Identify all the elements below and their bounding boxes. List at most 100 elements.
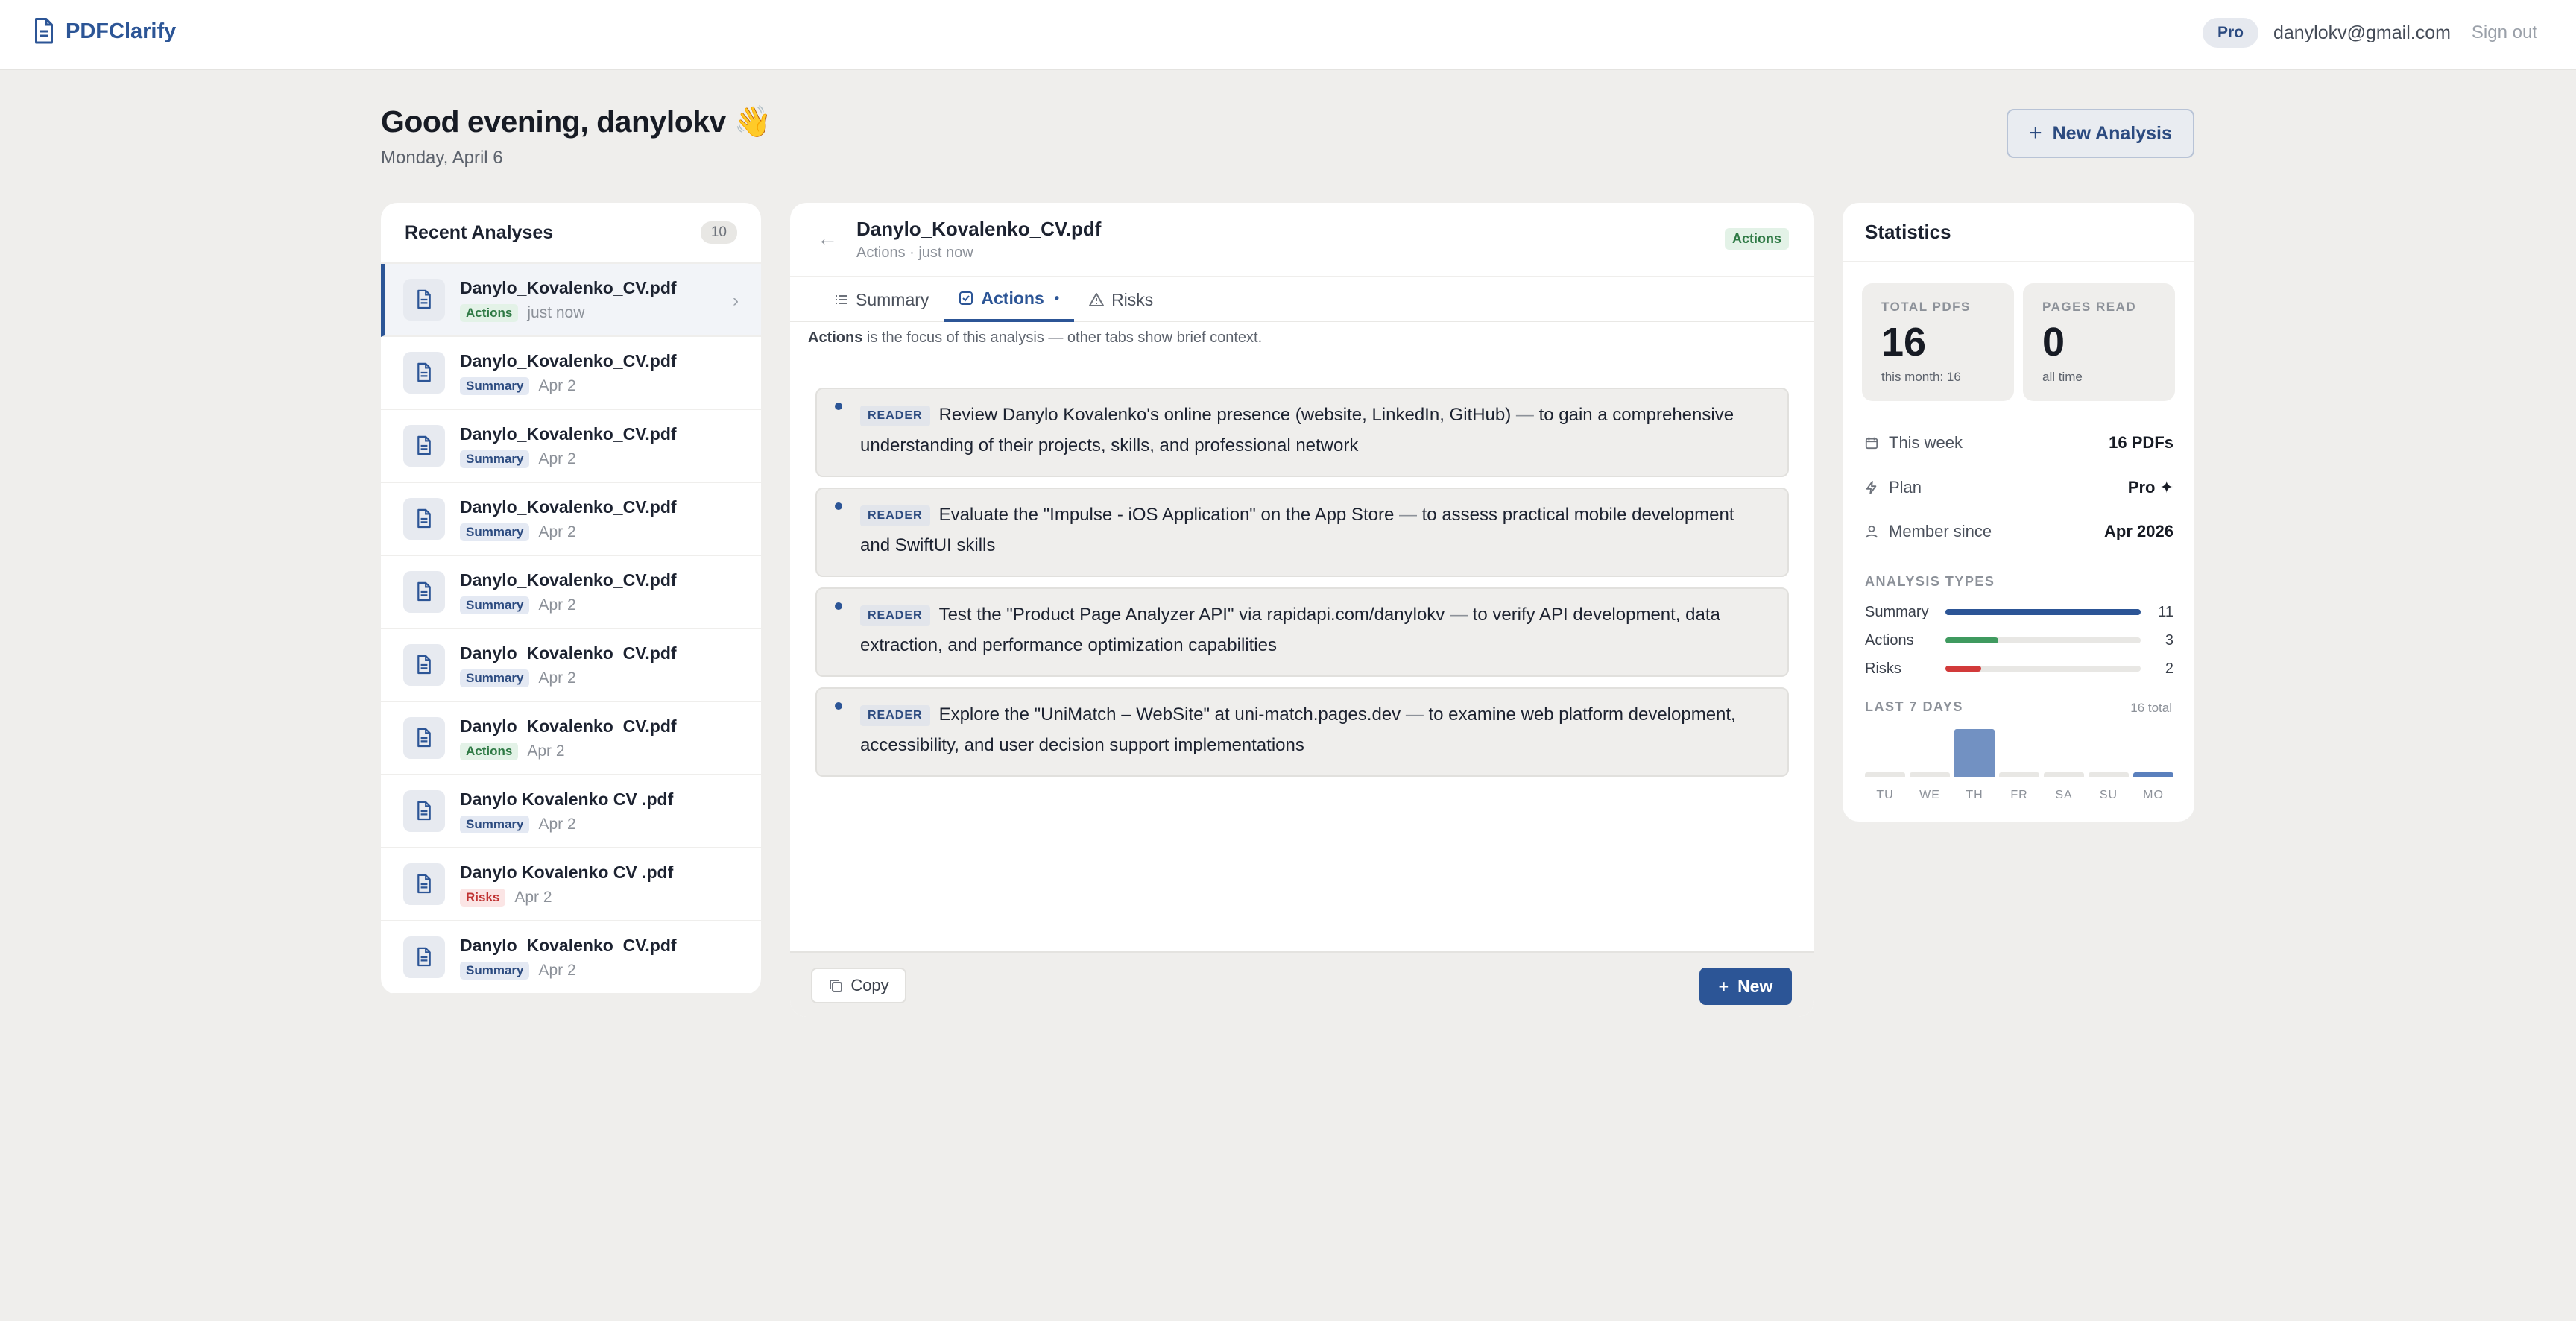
tab-risks[interactable]: Risks: [1074, 277, 1168, 322]
day-label: SU: [2099, 789, 2118, 801]
document-icon: [417, 435, 431, 455]
action-role-tag: READER: [860, 406, 930, 426]
list-item[interactable]: Danylo Kovalenko CV .pdf Summary Apr 2: [381, 775, 761, 848]
greeting-date: Monday, April 6: [381, 148, 503, 168]
account-area: Pro danylokv@gmail.com Sign out: [2202, 16, 2537, 49]
action-role-tag: READER: [860, 505, 930, 526]
list-item[interactable]: Danylo Kovalenko CV .pdf Risks Apr 2: [381, 848, 761, 921]
copy-button[interactable]: Copy: [811, 968, 906, 1003]
sign-out-link[interactable]: Sign out: [2472, 22, 2537, 43]
list-item-texts: Danylo Kovalenko CV .pdf Risks Apr 2: [460, 863, 673, 907]
stat-row-label: This week: [1889, 433, 1963, 452]
document-icon: [417, 289, 431, 309]
day-bar: [1999, 772, 2039, 777]
list-item-name: Danylo_Kovalenko_CV.pdf: [460, 570, 677, 590]
analysis-type-row: Summary 11: [1865, 601, 2174, 623]
analysis-type-bar: [1945, 637, 1999, 643]
plan-badge: Pro: [2202, 18, 2258, 48]
new-analysis-button[interactable]: + New Analysis: [2007, 109, 2194, 158]
new-button[interactable]: + New: [1699, 968, 1792, 1005]
list-item-date: Apr 2: [538, 596, 576, 614]
list-item[interactable]: Danylo_Kovalenko_CV.pdf Summary Apr 2: [381, 921, 761, 994]
action-item: READER Explore the "UniMatch – WebSite" a…: [815, 687, 1789, 777]
app-name: PDFClarify: [66, 19, 177, 43]
recent-title: Recent Analyses: [405, 221, 554, 243]
actions-list[interactable]: READER Review Danylo Kovalenko's online p…: [790, 388, 1814, 781]
day-column: MO: [2133, 725, 2174, 807]
list-item-type-tag: Actions: [460, 742, 519, 760]
file-icon: [403, 498, 445, 540]
analysis-panel: ← Danylo_Kovalenko_CV.pdf Actions · just…: [790, 203, 1814, 1017]
action-text: Review Danylo Kovalenko's online presenc…: [938, 405, 1512, 425]
file-icon: [403, 352, 445, 394]
day-label: TU: [1876, 789, 1894, 801]
list-item[interactable]: Danylo_Kovalenko_CV.pdf Summary Apr 2: [381, 337, 761, 410]
list-icon: [836, 295, 847, 304]
list-item-type-tag: Summary: [460, 596, 530, 614]
statistics-panel: Statistics TOTAL PDFS 16 this month: 16 …: [1843, 203, 2194, 822]
action-item: READER Evaluate the "Impulse - iOS Applic…: [815, 488, 1789, 577]
document-icon: [417, 801, 431, 821]
day-label: MO: [2143, 789, 2164, 801]
list-item-name: Danylo Kovalenko CV .pdf: [460, 789, 674, 809]
file-icon: [403, 717, 445, 759]
user-email: danylokv@gmail.com: [2273, 22, 2451, 43]
new-analysis-label: New Analysis: [2052, 122, 2172, 144]
app-logo[interactable]: PDFClarify: [33, 18, 176, 45]
focus-strong: Actions: [808, 330, 863, 346]
list-item-texts: Danylo_Kovalenko_CV.pdf Actions Apr 2: [460, 716, 677, 760]
analysis-type-bar: [1945, 666, 1981, 672]
tab-summary-label: Summary: [856, 289, 929, 309]
analysis-type-count: 3: [2165, 631, 2174, 649]
document-icon: [417, 947, 431, 967]
list-item[interactable]: Danylo_Kovalenko_CV.pdf Actions just now ›: [381, 264, 761, 337]
analysis-header: ← Danylo_Kovalenko_CV.pdf Actions · just…: [790, 203, 1814, 277]
list-item-name: Danylo_Kovalenko_CV.pdf: [460, 277, 677, 297]
user-icon: [1865, 525, 1878, 538]
analysis-subtitle: Actions · just now: [856, 245, 973, 261]
list-item[interactable]: Danylo_Kovalenko_CV.pdf Summary Apr 2: [381, 483, 761, 556]
day-column: WE: [1910, 725, 1950, 807]
action-separator: —: [1405, 704, 1424, 725]
tab-actions[interactable]: Actions •: [944, 277, 1075, 322]
list-item-name: Danylo_Kovalenko_CV.pdf: [460, 935, 677, 955]
list-item-name: Danylo_Kovalenko_CV.pdf: [460, 350, 677, 371]
list-item[interactable]: Danylo_Kovalenko_CV.pdf Actions Apr 2: [381, 702, 761, 775]
file-icon: [403, 936, 445, 978]
pages-read-sub: all time: [2042, 370, 2083, 384]
stat-row-value: Apr 2026: [2104, 522, 2174, 540]
action-text: Explore the "UniMatch – WebSite" at uni-…: [938, 704, 1401, 725]
analysis-type-row: Risks 2: [1865, 658, 2174, 680]
list-item-meta: Summary Apr 2: [460, 450, 677, 468]
list-item[interactable]: Danylo_Kovalenko_CV.pdf Summary Apr 2: [381, 556, 761, 629]
recent-list: Danylo_Kovalenko_CV.pdf Actions just now › D…: [381, 264, 761, 994]
list-item[interactable]: Danylo_Kovalenko_CV.pdf Summary Apr 2: [381, 629, 761, 702]
file-icon: [403, 425, 445, 467]
action-item: READER Test the "Product Page Analyzer AP…: [815, 587, 1789, 677]
tab-summary[interactable]: Summary: [818, 277, 944, 322]
chevron-right-icon: ›: [733, 291, 739, 311]
day-label: WE: [1919, 789, 1940, 801]
document-icon: [417, 655, 431, 675]
action-text: Evaluate the "Impulse - iOS Application"…: [938, 505, 1395, 525]
bullet-icon: [835, 403, 842, 410]
plus-icon: +: [1718, 976, 1729, 996]
list-item[interactable]: Danylo_Kovalenko_CV.pdf Summary Apr 2: [381, 410, 761, 483]
check-square-icon: [959, 291, 973, 305]
list-item-meta: Summary Apr 2: [460, 376, 677, 395]
list-item-date: Apr 2: [538, 523, 576, 540]
stat-row-value: Pro ✦: [2127, 478, 2174, 496]
back-arrow-icon[interactable]: ←: [817, 227, 838, 250]
day-label: SA: [2055, 789, 2073, 801]
list-item-meta: Summary Apr 2: [460, 523, 677, 541]
new-label: New: [1737, 976, 1773, 996]
list-item-date: Apr 2: [514, 888, 552, 906]
pages-read-tile: PAGES READ 0 all time: [2023, 283, 2175, 401]
last-7-days-chart: TU WE TH FR SA SU MO: [1865, 725, 2174, 807]
day-column: FR: [1999, 725, 2039, 807]
greeting-title: Good evening, danylokv 👋: [381, 104, 772, 139]
bolt-icon: [1866, 481, 1877, 494]
last-7-days-total: 16 total: [2130, 701, 2172, 715]
pages-read-label: PAGES READ: [2042, 300, 2137, 314]
list-item-texts: Danylo_Kovalenko_CV.pdf Actions just now: [460, 278, 677, 322]
